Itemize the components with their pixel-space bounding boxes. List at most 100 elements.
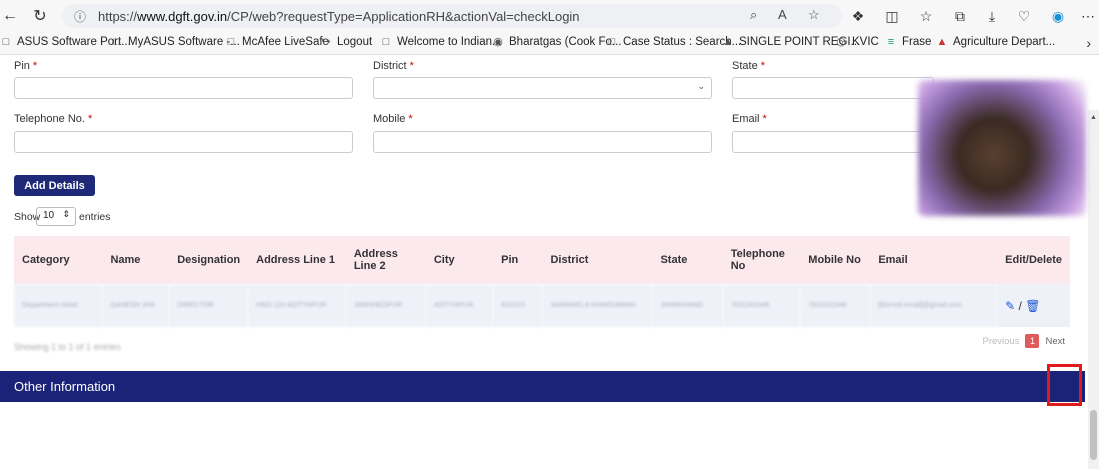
- col-email[interactable]: Email: [870, 236, 998, 284]
- bharatgas-icon: ◉: [493, 36, 503, 48]
- pencil-icon[interactable]: ✎: [1005, 299, 1015, 313]
- district-select[interactable]: ⌄: [373, 77, 712, 99]
- bookmark-logout[interactable]: ↪ Logout: [320, 36, 372, 48]
- add-details-button[interactable]: Add Details: [14, 175, 95, 196]
- bookmark-label: McAfee LiveSafe: [242, 36, 329, 48]
- col-district[interactable]: District: [542, 236, 653, 284]
- emblem-icon: ▲: [722, 36, 734, 48]
- address-bar[interactable]: ⓘ https://www.dgft.gov.in/CP/web?request…: [62, 4, 842, 28]
- pin-input[interactable]: [14, 77, 353, 99]
- other-information-title: Other Information: [14, 379, 116, 394]
- bookmark-bharatgas[interactable]: ◉ Bharatgas (Cook Fo...: [492, 36, 622, 48]
- col-category[interactable]: Category: [14, 236, 103, 284]
- col-name[interactable]: Name: [102, 236, 170, 284]
- pagination: Previous 1 Next: [982, 334, 1065, 348]
- col-address-2[interactable]: Address Line 2: [345, 236, 426, 284]
- zoom-icon[interactable]: ⌕: [750, 7, 757, 23]
- cell-designation: DIRECTOR: [169, 284, 249, 327]
- chevron-down-icon: ⌄: [697, 81, 705, 91]
- bookmark-welcome[interactable]: □ Welcome to Indian...: [380, 36, 502, 48]
- col-city[interactable]: City: [425, 236, 494, 284]
- bookmark-case-status[interactable]: □ Case Status : Search...: [606, 36, 742, 48]
- cell-state: JHARKHAND: [652, 284, 723, 327]
- bookmark-label: Frase: [902, 36, 932, 48]
- table-header-row: Category Name Designation Address Line 1…: [14, 236, 1070, 284]
- cell-address-1: HNO 124 ADITYAPUR: [248, 284, 346, 327]
- page-size-value: 10: [43, 210, 55, 221]
- showing-info: Showing 1 to 1 of 1 entries: [14, 342, 121, 352]
- email-label: Email *: [732, 113, 767, 125]
- cell-actions: ✎ / 🗑: [997, 284, 1070, 327]
- cell-name: GANESH JHA: [102, 284, 170, 327]
- mobile-input[interactable]: [373, 131, 712, 153]
- cell-city: ADITYAPUR: [425, 284, 494, 327]
- frase-icon: ≡: [887, 36, 895, 48]
- chevron-down-icon[interactable]: ⌄: [1057, 63, 1069, 80]
- edge-icon[interactable]: ◉: [1048, 6, 1068, 26]
- col-designation[interactable]: Designation: [169, 236, 249, 284]
- bookmark-label: Logout: [337, 36, 373, 48]
- col-address-1[interactable]: Address Line 1: [248, 236, 346, 284]
- bookmark-frase[interactable]: ≡ Frase: [885, 36, 932, 48]
- col-pin[interactable]: Pin: [493, 236, 543, 284]
- refresh-icon[interactable]: ↻: [30, 6, 50, 26]
- trash-icon[interactable]: 🗑: [1025, 299, 1040, 313]
- favorite-star-icon[interactable]: ☆: [808, 7, 820, 23]
- pin-label: Pin *: [14, 60, 38, 72]
- previous-button[interactable]: Previous: [982, 336, 1019, 347]
- bookmark-label: Welcome to Indian...: [397, 36, 502, 48]
- webcam-overlay: [918, 80, 1086, 216]
- read-aloud-icon[interactable]: A: [778, 7, 787, 22]
- action-separator: /: [1018, 298, 1022, 313]
- bookmark-mcafee[interactable]: □ McAfee LiveSafe: [225, 36, 329, 48]
- entries-label: entries: [79, 211, 111, 223]
- scrollbar-thumb[interactable]: [1090, 410, 1097, 460]
- file-icon: □: [113, 36, 121, 48]
- extensions-icon[interactable]: ❖: [848, 6, 868, 26]
- col-mobile[interactable]: Mobile No: [800, 236, 871, 284]
- scroll-up-arrow-icon[interactable]: ▲: [1090, 114, 1097, 121]
- other-information-header[interactable]: Other Information: [0, 371, 1085, 402]
- cell-category: Department Head: [14, 284, 103, 327]
- next-button[interactable]: Next: [1045, 336, 1065, 347]
- split-screen-icon[interactable]: ◫: [882, 6, 902, 26]
- collections-icon[interactable]: ⧉: [950, 6, 970, 26]
- bookmark-label: MyASUS Software -...: [128, 36, 240, 48]
- kvic-icon: ◎: [836, 36, 846, 48]
- telephone-input[interactable]: [14, 131, 353, 153]
- bookmark-label: KVIC: [852, 36, 879, 48]
- bookmarks-bar: □ ASUS Software Port... □ MyASUS Software …: [0, 32, 1099, 55]
- downloads-icon[interactable]: ⤓: [982, 6, 1002, 26]
- browser-essentials-icon[interactable]: ♡: [1014, 6, 1034, 26]
- info-icon[interactable]: ⓘ: [74, 8, 86, 25]
- file-icon: □: [608, 36, 616, 48]
- scrollbar[interactable]: ▲: [1088, 110, 1099, 469]
- bookmark-agriculture[interactable]: ▲ Agriculture Depart...: [936, 36, 1056, 48]
- col-state[interactable]: State: [652, 236, 723, 284]
- state-select[interactable]: [732, 77, 934, 99]
- bookmark-myasus[interactable]: □ MyASUS Software -...: [111, 36, 240, 48]
- cell-mobile: 7631181448: [800, 284, 871, 327]
- page-1-button[interactable]: 1: [1025, 334, 1040, 348]
- url-text[interactable]: https://www.dgft.gov.in/CP/web?requestTy…: [98, 9, 580, 24]
- browser-toolbar: ← ↻ ⓘ https://www.dgft.gov.in/CP/web?req…: [0, 0, 1099, 32]
- bookmark-kvic[interactable]: ◎ KVIC: [835, 36, 879, 48]
- cell-telephone: 7631181448: [722, 284, 801, 327]
- page-size-select[interactable]: 10 ⇕: [36, 207, 76, 226]
- file-icon: □: [2, 36, 10, 48]
- mobile-label: Mobile *: [373, 113, 413, 125]
- bookmark-label: Agriculture Depart...: [953, 36, 1056, 48]
- district-label: District *: [373, 60, 414, 72]
- more-menu-icon[interactable]: ⋯: [1078, 6, 1098, 26]
- email-input[interactable]: [732, 131, 934, 153]
- back-arrow-icon[interactable]: ←: [0, 6, 20, 26]
- chevron-right-icon[interactable]: ›: [1086, 35, 1091, 51]
- favorites-icon[interactable]: ☆: [916, 6, 936, 26]
- contacts-table: Category Name Designation Address Line 1…: [14, 236, 1070, 327]
- cell-address-2: JAMSHEDPUR: [345, 284, 426, 327]
- col-telephone[interactable]: Telephone No: [722, 236, 801, 284]
- bookmark-label: Bharatgas (Cook Fo...: [509, 36, 622, 48]
- state-label: State *: [732, 60, 765, 72]
- cell-email: [blurred email]@gmail.com: [870, 284, 998, 327]
- cell-pin: 831013: [493, 284, 543, 327]
